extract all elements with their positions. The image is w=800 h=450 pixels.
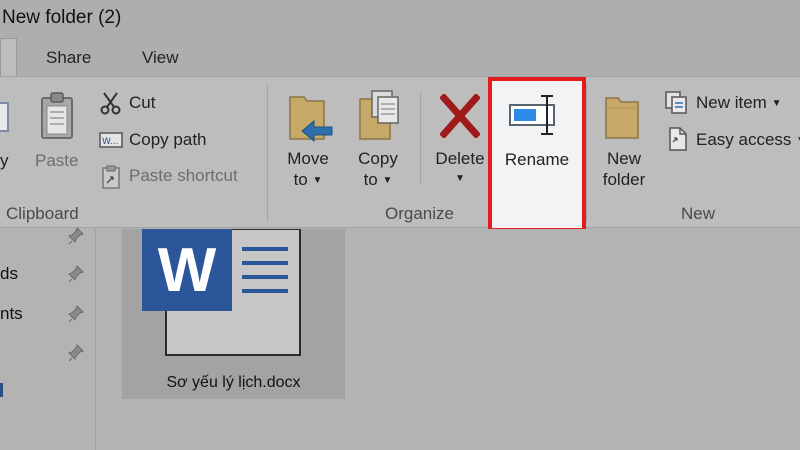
copy-path-button[interactable]: Copy path bbox=[129, 130, 207, 150]
rename-highlight-box bbox=[488, 77, 586, 232]
window-title: New folder (2) bbox=[2, 7, 122, 28]
tab-share[interactable]: Share bbox=[46, 48, 91, 68]
pin-icon[interactable] bbox=[67, 343, 87, 368]
button-divider bbox=[420, 92, 421, 184]
new-folder-label: New folder bbox=[602, 149, 646, 189]
new-item-icon bbox=[664, 90, 690, 119]
chevron-down-icon: ▼ bbox=[312, 175, 323, 187]
word-logo-letter: W bbox=[157, 235, 217, 305]
copy-button-partial[interactable]: y bbox=[0, 150, 9, 171]
easy-access-button[interactable]: Easy access ▼ bbox=[696, 130, 800, 150]
paste-shortcut-icon bbox=[101, 165, 121, 194]
copy-to-icon bbox=[358, 89, 402, 150]
pin-icon[interactable] bbox=[67, 226, 87, 251]
clipboard-group-label: Clipboard bbox=[6, 204, 79, 223]
tab-file[interactable] bbox=[0, 38, 17, 76]
copy-to-button[interactable]: Copy to ▼ bbox=[350, 88, 408, 192]
nav-item-downloads[interactable]: ds bbox=[0, 264, 18, 284]
folder-icon bbox=[604, 94, 642, 147]
chevron-down-icon: ▼ bbox=[382, 175, 393, 187]
paste-button[interactable]: Paste bbox=[30, 88, 86, 178]
delete-button[interactable]: Delete ▼ bbox=[430, 88, 490, 192]
copy-icon bbox=[0, 93, 12, 141]
move-to-label: Move to ▼ bbox=[287, 149, 329, 189]
pin-icon[interactable] bbox=[67, 304, 87, 329]
ribbon-tabs bbox=[0, 38, 800, 76]
move-to-icon bbox=[288, 91, 334, 150]
move-to-button[interactable]: Move to ▼ bbox=[280, 88, 338, 192]
copy-to-label: Copy to ▼ bbox=[358, 149, 398, 189]
group-divider bbox=[267, 84, 268, 222]
tab-view[interactable]: View bbox=[142, 48, 179, 68]
easy-access-icon bbox=[667, 126, 689, 157]
new-group-label: New bbox=[681, 204, 716, 223]
delete-icon bbox=[439, 93, 481, 143]
file-name-label: Sơ yếu lý lịch.docx bbox=[166, 374, 301, 391]
nav-item-partial bbox=[0, 383, 3, 397]
svg-text:W...: W... bbox=[102, 137, 118, 147]
scissors-icon bbox=[100, 91, 122, 120]
cut-button[interactable]: Cut bbox=[129, 93, 155, 113]
paste-label: Paste bbox=[35, 151, 79, 170]
pin-icon[interactable] bbox=[67, 264, 87, 289]
copy-path-icon: W... bbox=[99, 131, 123, 154]
delete-label: Delete bbox=[435, 149, 485, 168]
new-item-button[interactable]: New item ▼ bbox=[696, 93, 782, 113]
clipboard-icon bbox=[38, 90, 78, 147]
nav-item-documents[interactable]: nts bbox=[0, 304, 23, 324]
organize-group-label: Organize bbox=[385, 204, 454, 223]
new-folder-button[interactable]: New folder bbox=[596, 88, 652, 192]
chevron-down-icon: ▼ bbox=[796, 135, 800, 146]
chevron-down-icon: ▼ bbox=[455, 173, 465, 184]
navigation-pane bbox=[0, 229, 96, 450]
group-divider bbox=[586, 84, 587, 222]
paste-shortcut-button[interactable]: Paste shortcut bbox=[129, 166, 238, 186]
chevron-down-icon: ▼ bbox=[771, 98, 782, 110]
